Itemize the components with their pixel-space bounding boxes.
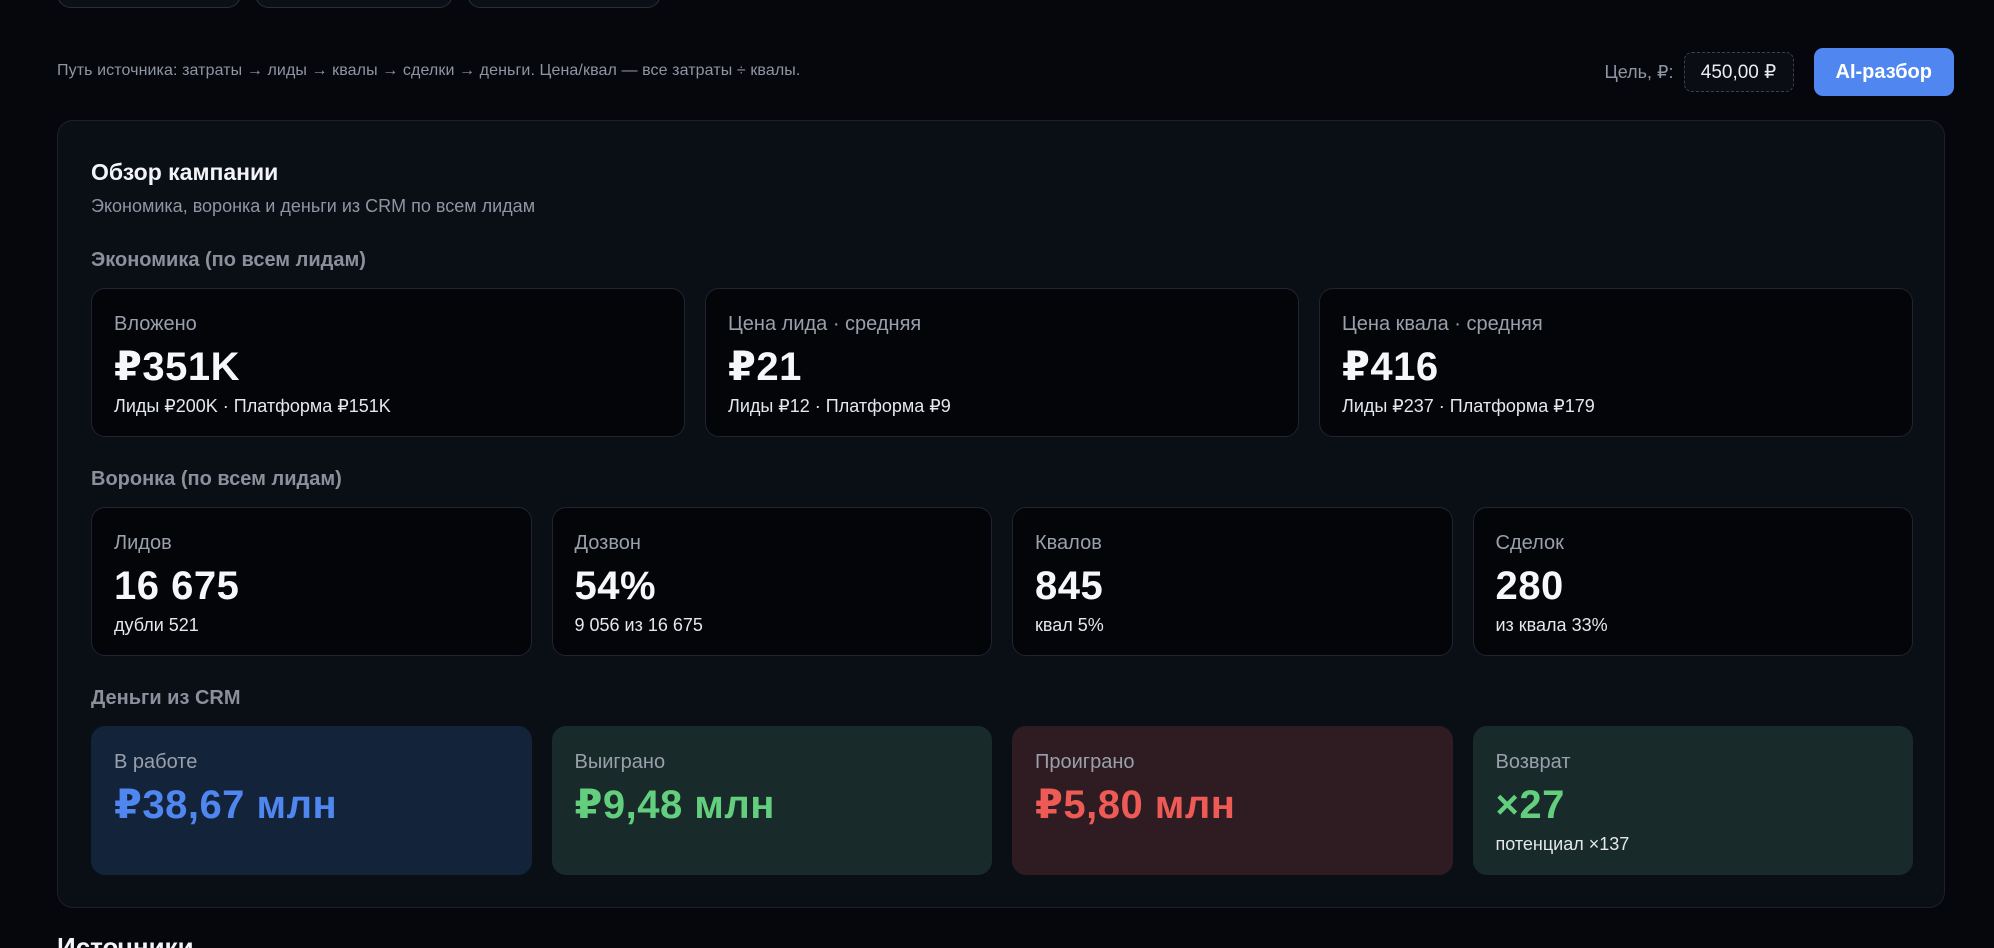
stat-sub: Лиды ₽237 · Платформа ₽179 [1342, 396, 1595, 416]
goal-controls: Цель, ₽: AI-разбор [1604, 48, 1954, 96]
stat-card-return: Возврат ×27 потенциал ×137 [1472, 726, 1913, 875]
ai-analysis-button[interactable]: AI-разбор [1813, 48, 1954, 96]
campaign-overview-panel: Обзор кампании Экономика, воронка и день… [57, 120, 1945, 908]
stat-label: Дозвон [574, 532, 641, 554]
filter-pill[interactable] [255, 0, 453, 8]
stat-value: 16 675 [114, 564, 240, 608]
stat-value: ×27 [1495, 783, 1565, 827]
stat-card-lead-price: Цена лида · средняя ₽21 Лиды ₽12 · Платф… [705, 288, 1299, 437]
stat-card-quals: Квалов 845 квал 5% [1012, 507, 1453, 656]
stat-value: 54% [574, 564, 657, 608]
stat-value: 280 [1495, 564, 1564, 608]
filter-pill[interactable] [467, 0, 661, 8]
stat-value: ₽5,80 млн [1035, 783, 1236, 827]
campaign-page: Путь источника: затраты → лиды → квалы →… [0, 0, 1994, 948]
stat-label: Возврат [1495, 751, 1571, 773]
stat-label: В работе [114, 751, 198, 773]
stat-label: Сделок [1495, 532, 1564, 554]
stat-label: Цена квала · средняя [1342, 313, 1543, 335]
stat-sub: 9 056 из 16 675 [574, 615, 703, 635]
stat-sub: дубли 521 [114, 615, 199, 635]
money-section-label: Деньги из CRM [91, 687, 241, 709]
stat-value: ₽21 [728, 345, 802, 389]
goal-label: Цель, ₽: [1604, 61, 1674, 82]
economy-row: Вложено ₽351K Лиды ₽200K · Платформа ₽15… [91, 288, 1913, 437]
stat-label: Выиграно [574, 751, 666, 773]
stat-value: ₽351K [114, 345, 240, 389]
stat-sub: Лиды ₽12 · Платформа ₽9 [728, 396, 951, 416]
source-path-hint: Путь источника: затраты → лиды → квалы →… [57, 62, 801, 79]
stat-card-qual-price: Цена квала · средняя ₽416 Лиды ₽237 · Пл… [1319, 288, 1913, 437]
stat-label: Квалов [1035, 532, 1102, 554]
funnel-row: Лидов 16 675 дубли 521 Дозвон 54% 9 056 … [91, 507, 1913, 656]
economy-section-label: Экономика (по всем лидам) [91, 249, 366, 271]
stat-card-deals: Сделок 280 из квала 33% [1472, 507, 1913, 656]
stat-value: ₽416 [1342, 345, 1439, 389]
stat-sub: квал 5% [1035, 615, 1104, 635]
stat-card-leads: Лидов 16 675 дубли 521 [91, 507, 532, 656]
stat-card-calls: Дозвон 54% 9 056 из 16 675 [551, 507, 992, 656]
panel-title: Обзор кампании [91, 159, 279, 185]
stat-label: Лидов [114, 532, 172, 554]
stat-value: ₽9,48 млн [574, 783, 775, 827]
money-row: В работе ₽38,67 млн Выиграно ₽9,48 млн П… [91, 726, 1913, 875]
stat-sub: потенциал ×137 [1495, 834, 1630, 854]
panel-subtitle: Экономика, воронка и деньги из CRM по вс… [91, 196, 536, 216]
goal-input[interactable] [1683, 52, 1794, 92]
stat-card-invested: Вложено ₽351K Лиды ₽200K · Платформа ₽15… [91, 288, 685, 437]
stat-value: 845 [1035, 564, 1104, 608]
stat-card-won: Выиграно ₽9,48 млн [551, 726, 992, 875]
stat-sub: из квала 33% [1495, 615, 1608, 635]
stat-label: Вложено [114, 313, 197, 335]
stat-sub: Лиды ₽200K · Платформа ₽151K [114, 396, 391, 416]
stat-card-lost: Проиграно ₽5,80 млн [1012, 726, 1453, 875]
sources-heading: Источники [57, 932, 194, 948]
filter-pills [57, 0, 661, 8]
stat-value: ₽38,67 млн [114, 783, 338, 827]
stat-label: Цена лида · средняя [728, 313, 922, 335]
funnel-section-label: Воронка (по всем лидам) [91, 468, 342, 490]
stat-label: Проиграно [1035, 751, 1135, 773]
stat-card-in-progress: В работе ₽38,67 млн [91, 726, 532, 875]
filter-pill[interactable] [57, 0, 241, 8]
